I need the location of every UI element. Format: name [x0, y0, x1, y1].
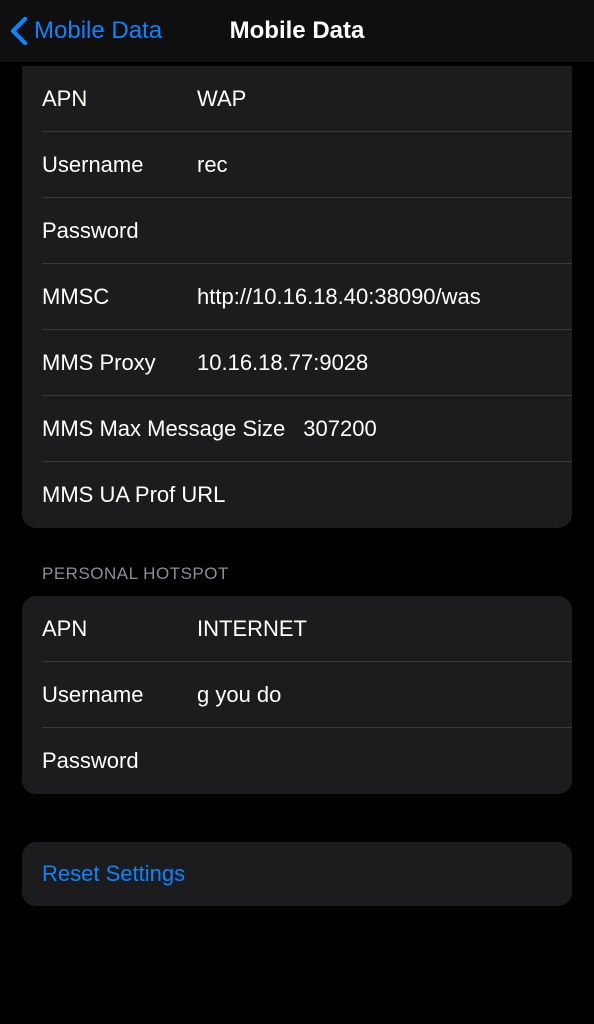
username-row[interactable]: Username	[22, 132, 572, 198]
back-label: Mobile Data	[34, 17, 162, 45]
mms-settings-group: APN Username Password MMSC MMS Proxy MMS…	[22, 66, 572, 528]
mms-ua-prof-input[interactable]	[243, 482, 552, 508]
mms-ua-prof-row[interactable]: MMS UA Prof URL	[22, 462, 572, 528]
hotspot-password-row[interactable]: Password	[22, 728, 572, 794]
password-input[interactable]	[197, 218, 552, 244]
mms-max-size-row[interactable]: MMS Max Message Size	[22, 396, 572, 462]
chevron-left-icon	[10, 16, 28, 46]
mms-proxy-row[interactable]: MMS Proxy	[22, 330, 572, 396]
mms-max-size-input[interactable]	[303, 416, 552, 442]
hotspot-apn-label: APN	[42, 616, 197, 642]
password-row[interactable]: Password	[22, 198, 572, 264]
password-label: Password	[42, 218, 197, 244]
hotspot-username-input[interactable]	[197, 682, 552, 708]
reset-settings-button[interactable]: Reset Settings	[22, 842, 572, 906]
hotspot-username-label: Username	[42, 682, 197, 708]
mmsc-row[interactable]: MMSC	[22, 264, 572, 330]
page-title: Mobile Data	[230, 17, 365, 45]
mms-proxy-label: MMS Proxy	[42, 350, 197, 376]
hotspot-password-label: Password	[42, 748, 197, 774]
apn-input[interactable]	[197, 86, 552, 112]
back-button[interactable]: Mobile Data	[10, 16, 162, 46]
apn-label: APN	[42, 86, 197, 112]
reset-group: Reset Settings	[22, 842, 572, 906]
reset-settings-label: Reset Settings	[42, 861, 185, 887]
mms-proxy-input[interactable]	[197, 350, 552, 376]
apn-row[interactable]: APN	[22, 66, 572, 132]
content-area: APN Username Password MMSC MMS Proxy MMS…	[0, 66, 594, 906]
mms-ua-prof-label: MMS UA Prof URL	[42, 482, 225, 508]
hotspot-apn-row[interactable]: APN	[22, 596, 572, 662]
hotspot-settings-group: APN Username Password	[22, 596, 572, 794]
hotspot-apn-input[interactable]	[197, 616, 552, 642]
hotspot-section-header: Personal Hotspot	[22, 528, 572, 596]
mms-max-size-label: MMS Max Message Size	[42, 416, 285, 442]
username-input[interactable]	[197, 152, 552, 178]
username-label: Username	[42, 152, 197, 178]
mmsc-input[interactable]	[197, 284, 552, 310]
hotspot-username-row[interactable]: Username	[22, 662, 572, 728]
nav-bar: Mobile Data Mobile Data	[0, 0, 594, 62]
hotspot-password-input[interactable]	[197, 748, 552, 774]
mmsc-label: MMSC	[42, 284, 197, 310]
